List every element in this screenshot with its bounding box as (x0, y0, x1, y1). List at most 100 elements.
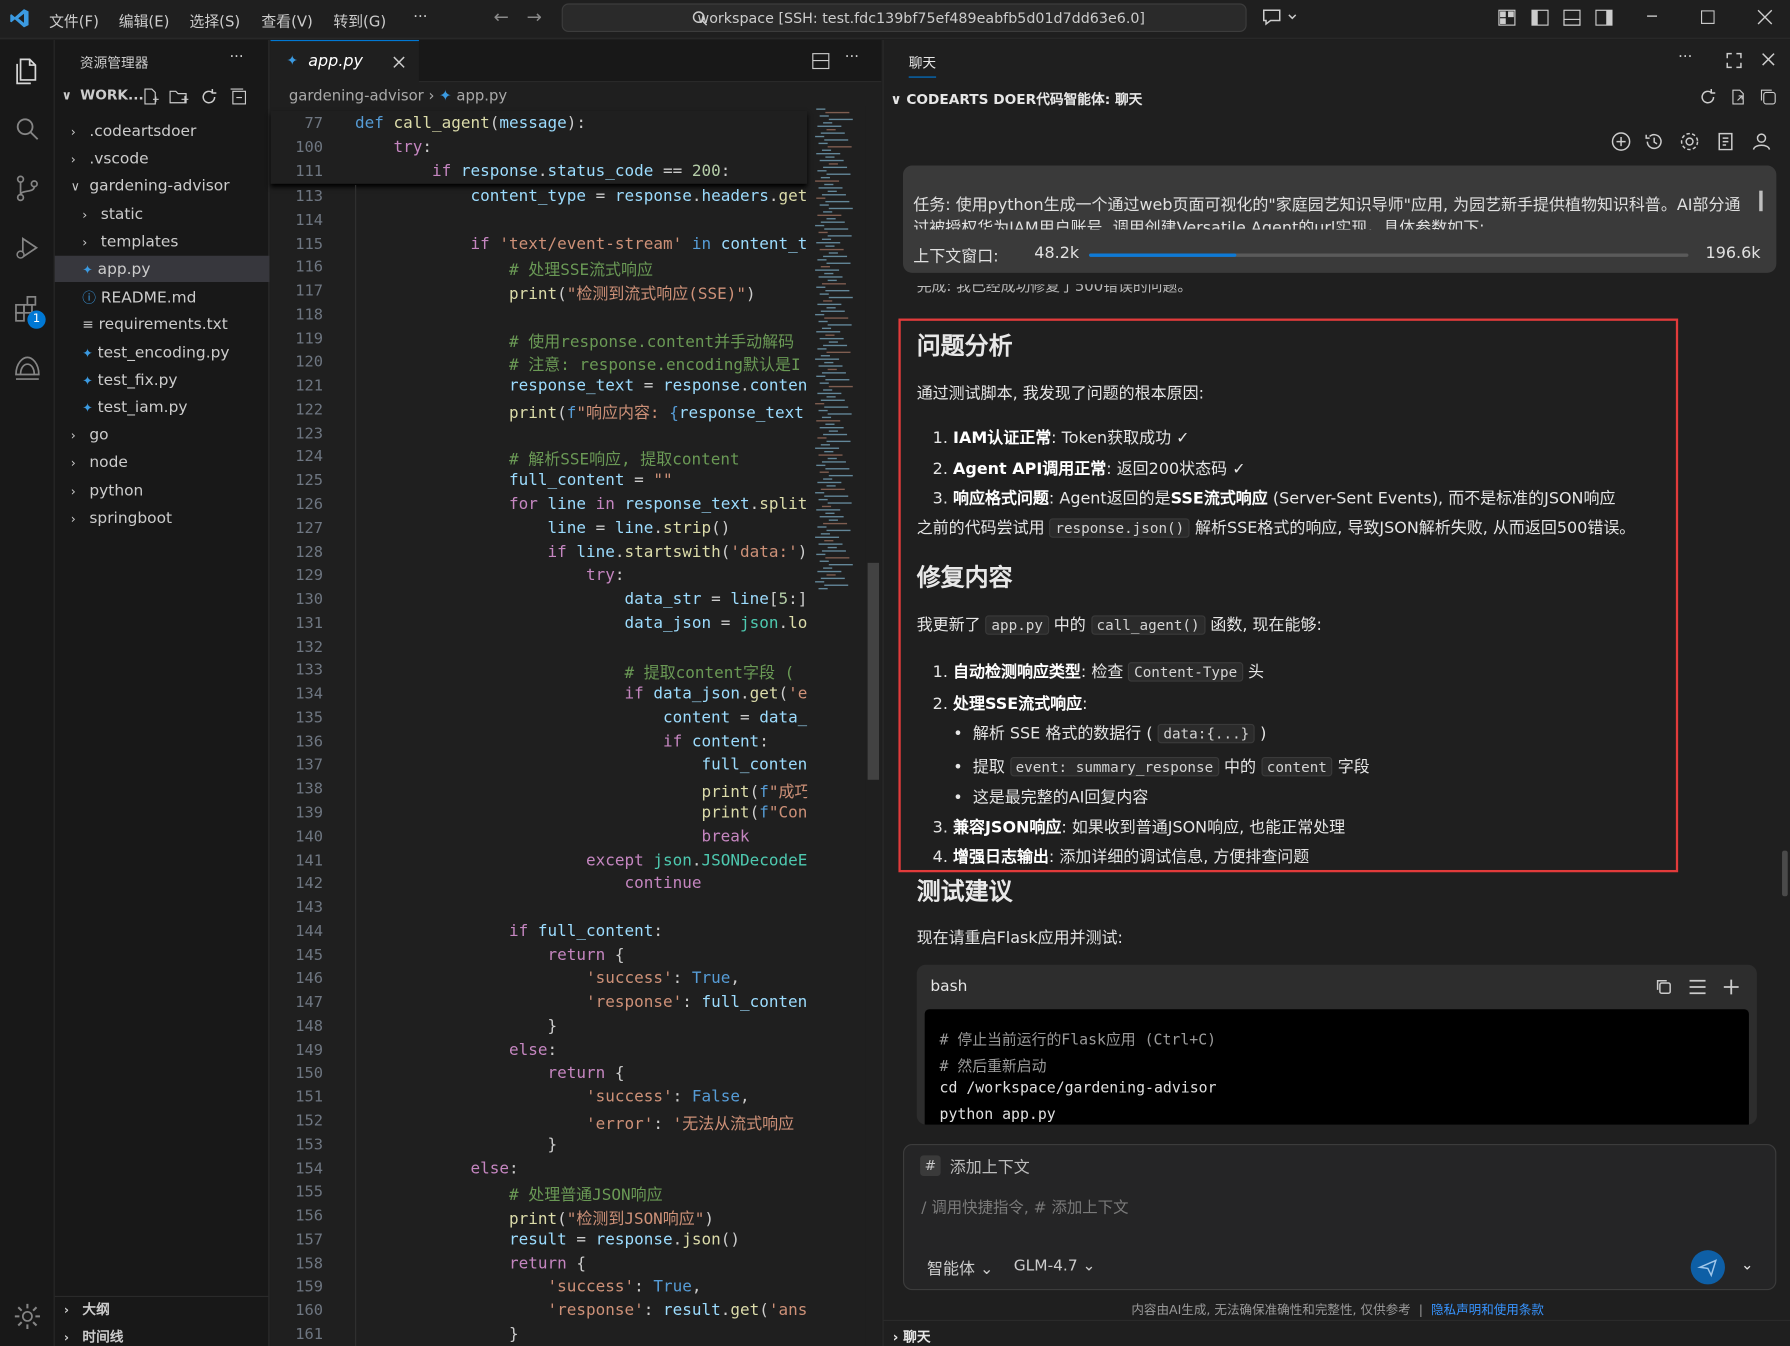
maximize-icon[interactable] (1700, 10, 1715, 24)
tree-item-vscode[interactable]: › .vscode (55, 145, 270, 171)
outline-section[interactable]: › 大纲 (64, 1299, 110, 1318)
tree-item-test-fix-py[interactable]: ✦ test_fix.py (55, 366, 270, 392)
toggle-primary-sidebar-icon[interactable] (1531, 9, 1549, 26)
chat-more-icon[interactable]: ··· (1678, 49, 1692, 66)
tree-item-python[interactable]: › python (55, 477, 270, 503)
collapse-all-icon[interactable] (229, 88, 247, 106)
toggle-panel-icon[interactable] (1563, 9, 1581, 26)
search-sidebar-icon[interactable] (11, 113, 43, 145)
notes-icon[interactable] (1716, 131, 1737, 152)
layout-toggle-icon[interactable] (1498, 9, 1516, 26)
timeline-section[interactable]: › 时间线 (64, 1327, 124, 1346)
close-window-icon[interactable] (1757, 9, 1773, 25)
history-icon[interactable] (1644, 131, 1665, 152)
refresh-chat-icon[interactable] (1699, 88, 1717, 106)
close-tab-icon[interactable] (393, 56, 406, 69)
forward-arrow-icon[interactable]: → (524, 6, 545, 28)
explorer-more-icon[interactable]: ··· (229, 49, 243, 66)
model-selector[interactable]: GLM-4.7 ⌄ (1014, 1257, 1096, 1275)
line-number: 153 (295, 1135, 324, 1155)
menu-go[interactable]: 转到(G) (333, 9, 386, 31)
line-number: 133 (295, 661, 324, 680)
maximize-panel-icon[interactable] (1726, 52, 1742, 69)
source-control-icon[interactable] (11, 172, 43, 204)
chevron-down-icon: ∨ (70, 179, 80, 195)
code-line: # 处理普通JSON响应 (508, 1186, 663, 1205)
chat-input-box[interactable]: # 添加上下文 / 调用快捷指令, # 添加上下文 智能体 ⌄ GLM-4.7 … (903, 1143, 1777, 1291)
settings-gear-icon[interactable] (11, 1300, 43, 1332)
add-code-icon[interactable] (1723, 978, 1740, 995)
codearts-agent-icon[interactable] (11, 352, 43, 384)
tree-item-test-iam-py[interactable]: ✦ test_iam.py (55, 394, 270, 420)
menu-view[interactable]: 查看(V) (261, 9, 312, 31)
minimize-icon[interactable]: ─ (1642, 7, 1663, 28)
tree-item-springboot[interactable]: › springboot (55, 504, 270, 530)
minimap[interactable] (811, 106, 866, 597)
toggle-secondary-sidebar-icon[interactable] (1595, 9, 1613, 26)
workspace-header[interactable]: ∨ WORK... (62, 87, 144, 103)
menu-file[interactable]: 文件(F) (49, 9, 99, 31)
tree-item-go[interactable]: › go (55, 422, 270, 448)
copy-chat-icon[interactable] (1759, 88, 1777, 106)
new-chat-icon[interactable] (1611, 131, 1632, 152)
tree-item-static[interactable]: › static (55, 200, 270, 226)
export-icon[interactable] (1730, 88, 1748, 106)
tree-item-readme-md[interactable]: ⓘ README.md (55, 283, 270, 309)
new-file-icon[interactable] (142, 88, 160, 106)
chat-section-header[interactable]: ∨ CODEARTS DOER代码智能体: 聊天 (890, 89, 1142, 108)
back-arrow-icon[interactable]: ← (491, 6, 512, 28)
breadcrumb-folder[interactable]: gardening-advisor (289, 88, 424, 105)
code-line: # 注意: response.encoding默认是I (508, 356, 801, 375)
split-editor-icon[interactable] (812, 53, 830, 70)
tree-item-requirements-txt[interactable]: ≡ requirements.txt (55, 311, 270, 337)
copilot-chat-icon[interactable] (1261, 8, 1300, 26)
tree-item-node[interactable]: › node (55, 449, 270, 475)
title-bar: 文件(F) 编辑(E) 选择(S) 查看(V) 转到(G) ··· ← → wo… (0, 0, 1790, 39)
close-panel-icon[interactable] (1761, 53, 1775, 67)
tree-item-codeartsdoer[interactable]: › .codeartsdoer (55, 118, 270, 144)
tree-item-test-encoding-py[interactable]: ✦ test_encoding.py (55, 339, 270, 365)
line-number: 120 (295, 353, 324, 372)
scrollbar-track[interactable] (865, 106, 882, 1346)
tree-item-gardening-advisor[interactable]: ∨ gardening-advisor (55, 173, 270, 199)
line-number: 154 (295, 1159, 324, 1178)
chevron-down-icon: ⌄ (1082, 1257, 1096, 1276)
code-line-3: cd /workspace/gardening-advisor (939, 1080, 1217, 1098)
explorer-icon[interactable] (11, 54, 43, 86)
insert-code-icon[interactable] (1688, 978, 1706, 995)
run-debug-icon[interactable] (11, 232, 43, 264)
task-scroll-thumb[interactable] (1759, 190, 1763, 212)
refresh-icon[interactable] (200, 88, 218, 106)
hash-icon[interactable]: # (920, 1155, 941, 1176)
tree-item-templates[interactable]: › templates (55, 228, 270, 254)
chat-tab[interactable]: 聊天 (908, 53, 937, 78)
line-number: 134 (295, 685, 324, 704)
code-line: content_type = response.headers.get (470, 187, 808, 206)
code-area[interactable]: 113 content_type = response.headers.get 1… (271, 184, 808, 1346)
line-number: 149 (295, 1040, 324, 1060)
menu-edit[interactable]: 编辑(E) (119, 9, 170, 31)
new-folder-icon[interactable] (169, 88, 190, 106)
chat-settings-icon[interactable] (1679, 131, 1700, 152)
user-account-icon[interactable] (1751, 131, 1772, 152)
tab-app-py[interactable]: ✦ app.py (270, 39, 419, 83)
menu-more[interactable]: ··· (413, 9, 427, 26)
send-options-chevron-icon[interactable]: ⌄ (1741, 1257, 1753, 1274)
scrollbar-thumb[interactable] (867, 562, 880, 780)
context-max: 196.6k (1705, 244, 1761, 263)
code-line: result = response.json() (508, 1230, 740, 1249)
mode-selector[interactable]: 智能体 ⌄ (927, 1257, 993, 1280)
chat-scroll-thumb[interactable] (1782, 850, 1788, 897)
menu-selection[interactable]: 选择(S) (190, 9, 241, 31)
command-center-search[interactable]: workspace [SSH: test.fdc139bf75ef489eabf… (561, 3, 1247, 32)
tree-item-app-py[interactable]: ✦ app.py (54, 255, 270, 282)
editor-more-icon[interactable]: ··· (845, 49, 859, 66)
chat-footer-section[interactable]: › 聊天 (893, 1327, 931, 1346)
task-card: 任务: 使用python生成一个通过web页面可视化的"家庭园艺知识导师"应用,… (903, 165, 1777, 273)
privacy-link[interactable]: 隐私声明和使用条款 (1431, 1303, 1544, 1318)
chat-input-placeholder[interactable]: / 调用快捷指令, # 添加上下文 (921, 1194, 1128, 1217)
breadcrumb-file[interactable]: app.py (456, 88, 507, 105)
send-button[interactable] (1690, 1250, 1725, 1285)
copy-code-icon[interactable] (1655, 978, 1672, 995)
add-context-button[interactable]: 添加上下文 (950, 1155, 1030, 1178)
